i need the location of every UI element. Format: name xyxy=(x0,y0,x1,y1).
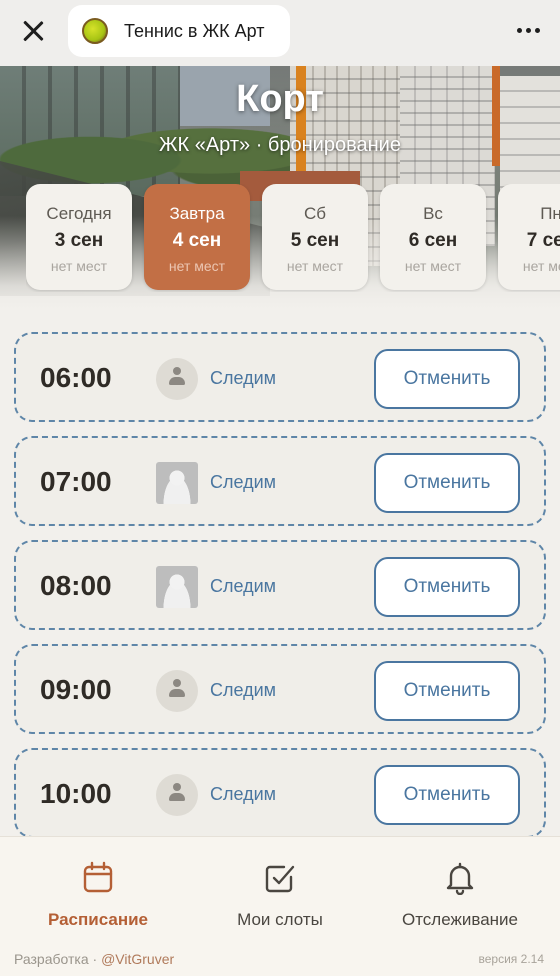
slot-time: 10:00 xyxy=(40,778,112,809)
person-icon xyxy=(168,367,186,391)
page-subtitle: ЖК «Арт» · бронирование xyxy=(159,134,401,156)
close-icon[interactable] xyxy=(20,18,46,44)
day-name: Завтра xyxy=(169,204,225,223)
day-tab[interactable]: Пн 7 сен нет мест xyxy=(498,184,560,290)
person-icon xyxy=(168,679,186,703)
cancel-button[interactable]: Отменить xyxy=(374,557,520,617)
day-status: нет мест xyxy=(404,258,462,274)
page-title: Корт xyxy=(236,78,324,120)
day-status: нет мест xyxy=(286,258,344,274)
footer-prefix: Разработка · xyxy=(14,951,102,967)
footer-credits: Разработка · @VitGruver xyxy=(14,951,174,967)
day-date: 7 сен xyxy=(526,230,560,251)
app-title-pill[interactable]: Теннис в ЖК Арт xyxy=(68,5,290,57)
slot-row: 10:00 Следим Отменить xyxy=(14,748,546,838)
cancel-button[interactable]: Отменить xyxy=(374,765,520,825)
day-name: Сегодня xyxy=(46,204,112,223)
checkbox-icon xyxy=(265,865,295,893)
nav-schedule[interactable]: Расписание xyxy=(5,861,191,930)
day-tab[interactable]: Сб 5 сен нет мест xyxy=(262,184,368,290)
slot-status-link[interactable]: Следим xyxy=(210,784,276,805)
cancel-button[interactable]: Отменить xyxy=(374,349,520,409)
day-name: Сб xyxy=(303,204,326,223)
person-icon xyxy=(168,783,186,807)
hero-banner: Корт ЖК «Арт» · бронирование Сегодня 3 с… xyxy=(0,66,560,316)
avatar xyxy=(156,774,198,816)
cancel-button[interactable]: Отменить xyxy=(374,661,520,721)
version-label: версия 2.14 xyxy=(478,952,544,966)
slot-row: 08:00 Следим Отменить xyxy=(14,540,546,630)
day-status: нет мест xyxy=(522,258,560,274)
day-date: 6 сен xyxy=(408,230,458,251)
bell-icon xyxy=(446,862,474,896)
app-title: Теннис в ЖК Арт xyxy=(124,20,265,41)
slot-list: 06:00 Следим Отменить 07:00 Следим Отмен… xyxy=(14,332,546,852)
day-date: 4 сен xyxy=(172,230,222,251)
slot-status-link[interactable]: Следим xyxy=(210,680,276,701)
day-name: Пн xyxy=(540,204,560,223)
slot-time: 08:00 xyxy=(40,570,112,601)
day-status: нет мест xyxy=(50,258,108,274)
calendar-icon xyxy=(83,861,113,893)
slot-row: 07:00 Следим Отменить xyxy=(14,436,546,526)
top-bar: Теннис в ЖК Арт xyxy=(0,0,560,66)
date-selector: Сегодня 3 сен нет мест Завтра 4 сен нет … xyxy=(26,184,560,292)
avatar xyxy=(156,670,198,712)
day-date: 5 сен xyxy=(290,230,340,251)
avatar xyxy=(156,462,198,504)
slot-status-link[interactable]: Следим xyxy=(210,472,276,493)
avatar xyxy=(156,566,198,608)
avatar xyxy=(156,358,198,400)
day-tab[interactable]: Сегодня 3 сен нет мест xyxy=(26,184,132,290)
slot-time: 09:00 xyxy=(40,674,112,705)
day-name: Вс xyxy=(423,204,443,223)
slot-status-link[interactable]: Следим xyxy=(210,368,276,389)
nav-label: Мои слоты xyxy=(237,910,323,929)
nav-my-slots[interactable]: Мои слоты xyxy=(187,861,373,930)
cancel-button[interactable]: Отменить xyxy=(374,453,520,513)
developer-link[interactable]: @VitGruver xyxy=(101,951,174,967)
bottom-nav: Расписание Мои слоты Отслеживание xyxy=(0,837,560,937)
slot-time: 07:00 xyxy=(40,466,112,497)
nav-tracking[interactable]: Отслеживание xyxy=(367,861,553,930)
slot-row: 06:00 Следим Отменить xyxy=(14,332,546,422)
tennis-ball-icon xyxy=(82,18,108,44)
slot-time: 06:00 xyxy=(40,362,112,393)
day-tab[interactable]: Вс 6 сен нет мест xyxy=(380,184,486,290)
day-date: 3 сен xyxy=(54,230,104,251)
nav-label: Расписание xyxy=(47,910,149,929)
more-icon[interactable] xyxy=(517,28,540,33)
slot-row: 09:00 Следим Отменить xyxy=(14,644,546,734)
day-tab-selected[interactable]: Завтра 4 сен нет мест xyxy=(144,184,250,290)
nav-label: Отслеживание xyxy=(401,910,518,929)
bottom-panel: Расписание Мои слоты Отслеживание Разраб… xyxy=(0,836,560,976)
slot-status-link[interactable]: Следим xyxy=(210,576,276,597)
day-status: нет мест xyxy=(168,258,226,274)
